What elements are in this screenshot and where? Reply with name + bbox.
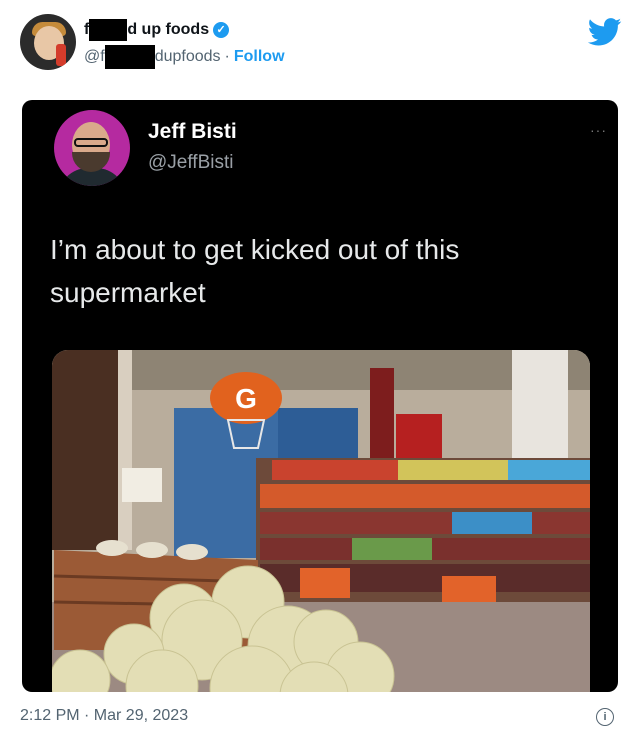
photo-small-fruit-1 [96, 540, 128, 556]
embed-header: f d up foods ✓ @f dupfoods · Follow [0, 0, 640, 90]
tweet-text: I’m about to get kicked out of this supe… [50, 234, 460, 308]
photo-red-banner [370, 368, 394, 464]
embedded-tweet-card[interactable]: Jeff Bisti @JeffBisti ··· I’m about to g… [22, 100, 618, 692]
photo-shelf-row-2 [260, 484, 590, 508]
photo-shelf-tag-left [300, 568, 350, 598]
photo-red-fridge [396, 414, 442, 462]
photo-shelf-row-1-yellow [398, 460, 508, 480]
follow-link[interactable]: Follow [234, 48, 285, 66]
photo-left-stairs [52, 350, 118, 550]
account-handle-suffix: dupfoods [154, 48, 221, 65]
handle-separator: · [224, 48, 230, 65]
tweet-photo[interactable]: G [52, 350, 590, 692]
account-name[interactable]: f d up foods ✓ [84, 19, 230, 41]
supermarket-photo-illustration: G [52, 350, 590, 692]
author-handle[interactable]: @JeffBisti [148, 152, 233, 174]
account-handle-row: @f dupfoods · Follow [84, 45, 285, 69]
photo-small-fruit-3 [176, 544, 208, 560]
photo-price-tag [122, 468, 162, 502]
author-name[interactable]: Jeff Bisti [148, 120, 237, 144]
photo-left-pillar [118, 350, 132, 550]
info-icon[interactable]: i [596, 708, 614, 726]
photo-shelf-row-1-blue [508, 460, 590, 480]
photo-shelf-row-3 [260, 512, 590, 534]
account-avatar[interactable] [20, 14, 76, 70]
account-handle-prefix: @f [84, 48, 105, 65]
name-redaction-bar [89, 19, 128, 41]
avatar-bottle [56, 44, 66, 66]
twitter-bird-icon[interactable] [588, 18, 622, 46]
more-options-icon[interactable]: ··· [590, 122, 607, 138]
avatar-glasses [74, 138, 108, 147]
tweet-timestamp[interactable]: 2:12 PM · Mar 29, 2023 [20, 707, 188, 725]
photo-shelf-row-4-green [352, 538, 432, 560]
photo-right-pillar [512, 350, 568, 468]
verified-check-icon: ✓ [213, 22, 230, 38]
photo-ceiling [52, 350, 590, 390]
photo-shelf-tag-right [442, 576, 496, 606]
handle-redaction-bar [104, 45, 155, 69]
photo-small-fruit-2 [136, 542, 168, 558]
account-name-suffix: d up foods [127, 21, 210, 38]
author-avatar[interactable] [54, 110, 130, 186]
photo-sign-letter: G [235, 383, 257, 414]
photo-shelf-row-3-blue [452, 512, 532, 534]
